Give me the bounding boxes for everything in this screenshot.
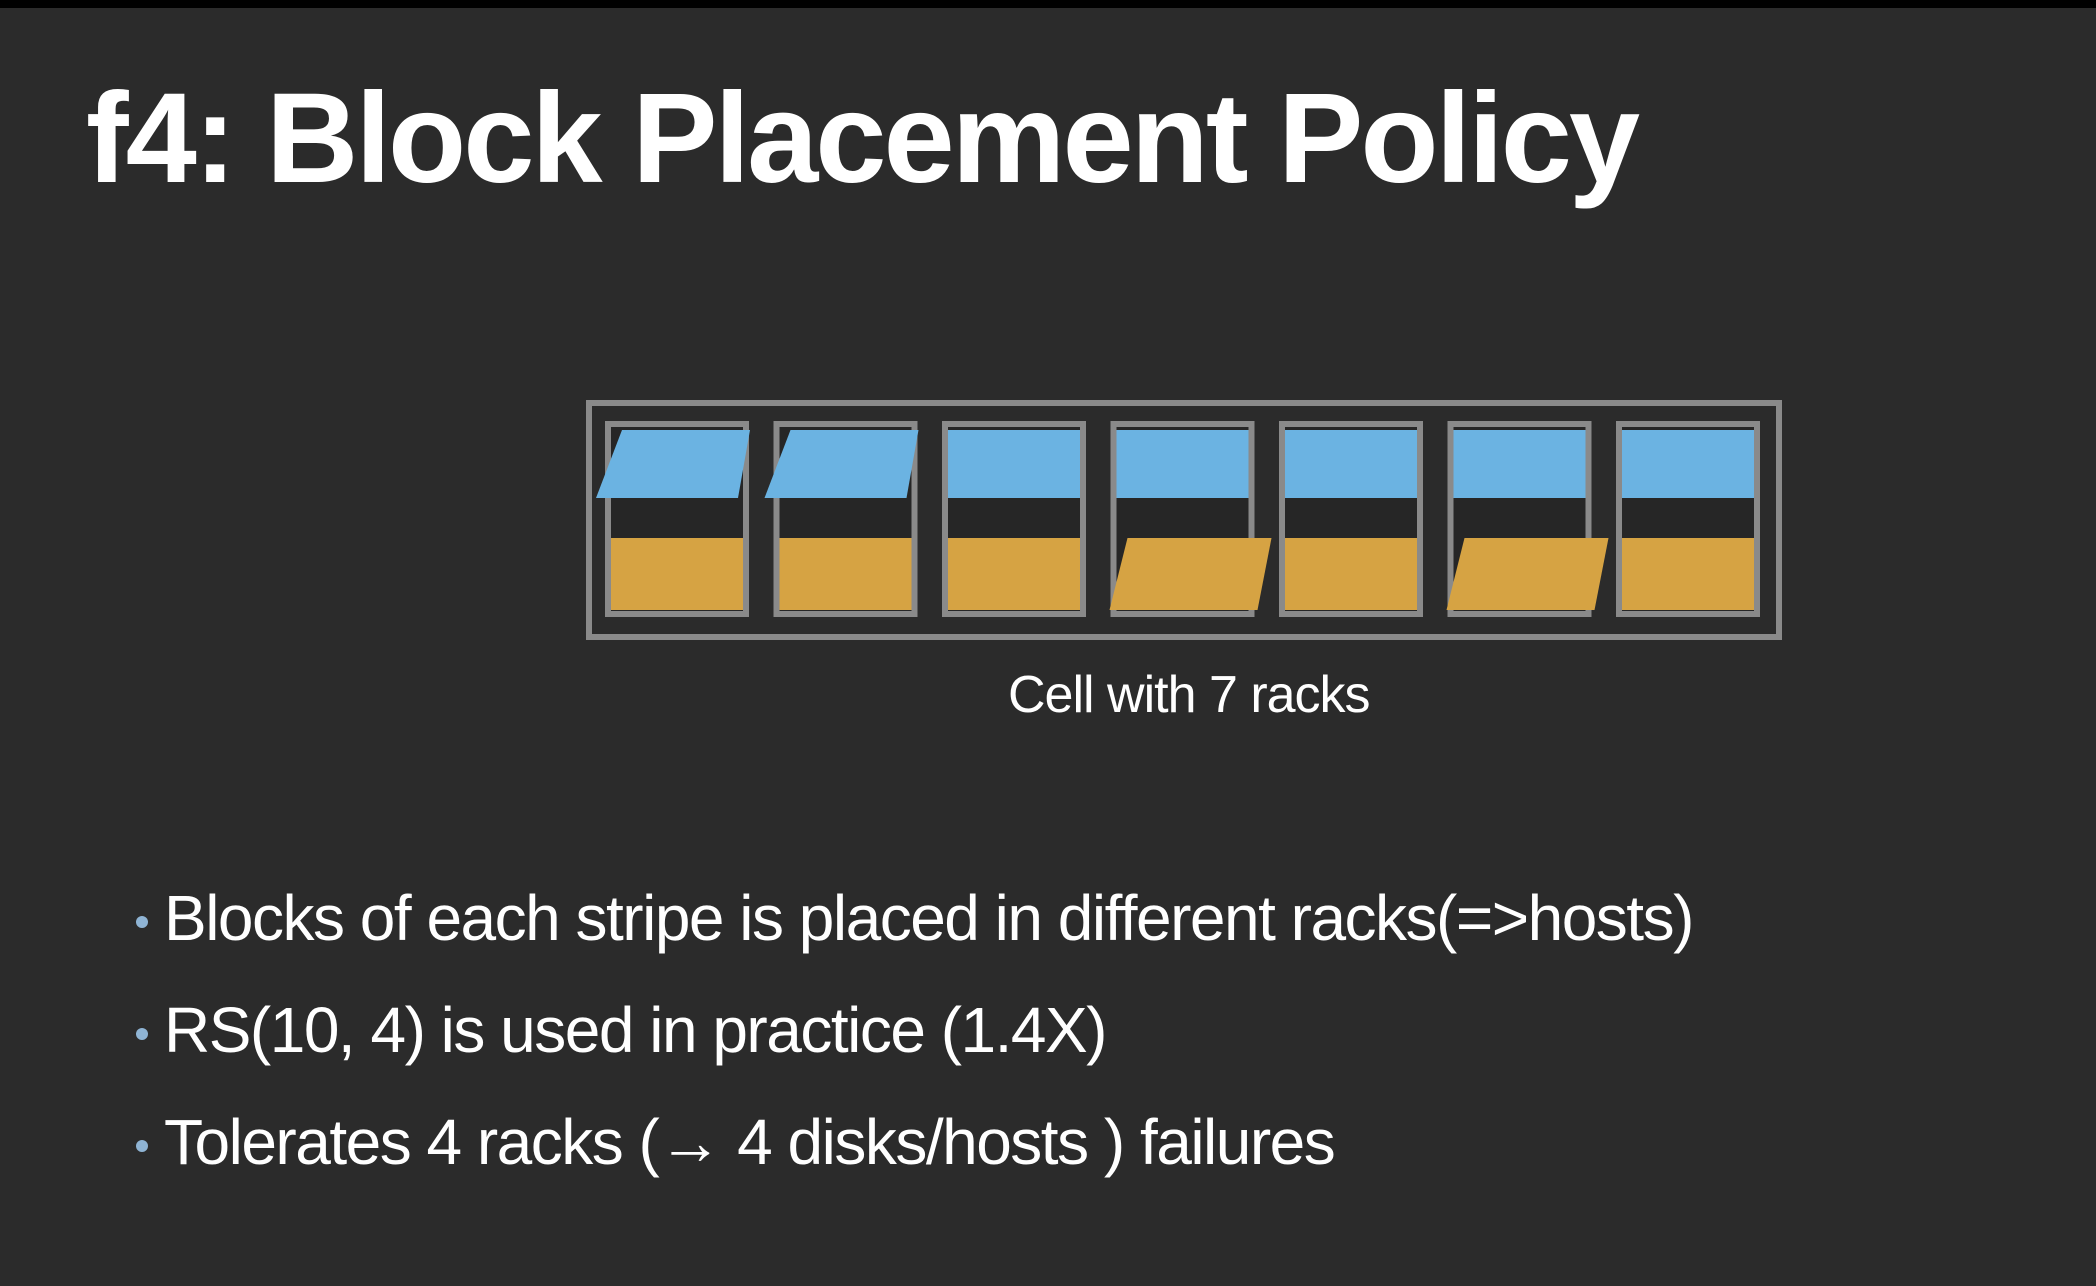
top-bar [0,0,2096,8]
diagram-caption: Cell with 7 racks [1008,666,1371,724]
parity-block [611,538,743,610]
parity-block [1622,538,1754,610]
bullet-dot-icon [136,1028,148,1040]
data-block [764,430,919,498]
data-block [1285,430,1417,498]
bullet-dot-icon [136,1140,148,1152]
data-block [1622,430,1754,498]
bullet-text: Tolerates 4 racks (→ 4 disks/hosts ) fai… [164,1106,1336,1178]
data-block [948,430,1080,498]
parity-block [1285,538,1417,610]
parity-block [1446,538,1609,610]
parity-block [779,538,912,610]
parity-block [1109,538,1272,610]
parity-block [948,538,1080,610]
data-block [596,430,750,498]
data-block [1116,430,1249,498]
bullet-text: Blocks of each stripe is placed in diffe… [164,882,1694,954]
slide-title: f4: Block Placement Policy [86,67,1640,210]
bullet-text: RS(10, 4) is used in practice (1.4X) [164,994,1107,1066]
bullet-dot-icon [136,916,148,928]
data-block [1453,430,1586,498]
cell-diagram [586,400,1782,640]
